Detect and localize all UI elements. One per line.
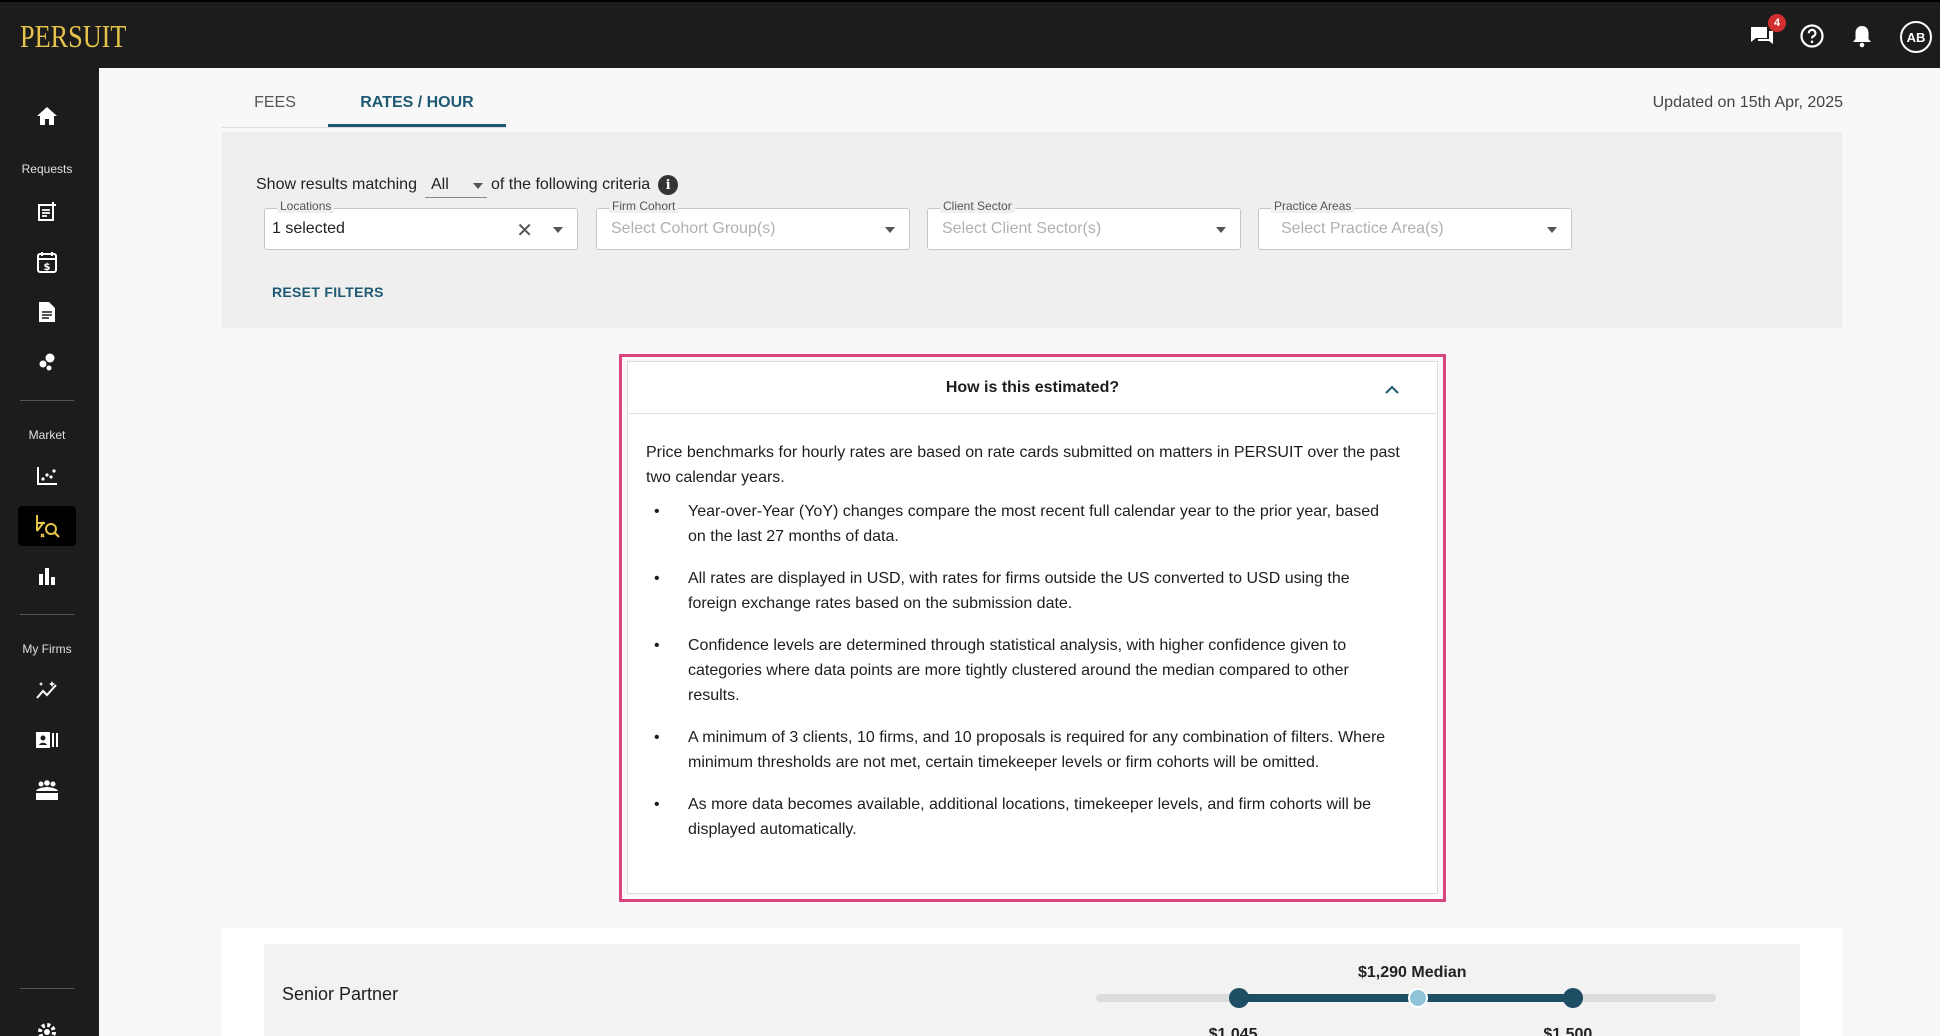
rate-row: Senior Partner $1,290 Median $1,045 $1,5…: [264, 944, 1800, 1036]
svg-text:$: $: [44, 262, 51, 273]
sidebar: Requests $ Market My Firms: [0, 68, 99, 1036]
match-prefix: Show results matching: [256, 176, 417, 193]
home-icon[interactable]: [18, 96, 76, 136]
field-label: Practice Areas: [1271, 199, 1355, 213]
line-chart-icon[interactable]: [18, 456, 76, 496]
estimate-body: Price benchmarks for hourly rates are ba…: [628, 414, 1437, 842]
high-rate-marker: [1563, 988, 1584, 1008]
list-item: As more data becomes available, addition…: [646, 792, 1419, 842]
info-icon[interactable]: i: [658, 175, 679, 195]
sparkle-trend-icon[interactable]: [18, 670, 76, 710]
list-item: A minimum of 3 clients, 10 firms, and 10…: [646, 725, 1419, 775]
estimate-header[interactable]: How is this estimated?: [628, 362, 1437, 414]
field-label: Locations: [277, 199, 335, 213]
low-rate-marker: [1228, 988, 1249, 1008]
scatter-icon[interactable]: [18, 342, 76, 382]
match-mode-value: All: [430, 175, 449, 193]
bell-icon[interactable]: [1846, 20, 1878, 52]
calendar-dollar-icon[interactable]: $: [18, 242, 76, 282]
sidebar-divider: [20, 988, 74, 989]
field-label: Client Sector: [940, 199, 1015, 213]
tabs-divider: [222, 127, 506, 128]
user-avatar[interactable]: AB: [1900, 21, 1932, 53]
settings-icon[interactable]: [18, 1012, 76, 1036]
persuit-logo[interactable]: PERSUIT: [20, 18, 126, 55]
document-icon[interactable]: [18, 292, 76, 332]
sidebar-section-requests: Requests: [21, 162, 73, 176]
rates-card: Senior Partner $1,290 Median $1,045 $1,5…: [222, 928, 1842, 1036]
locations-select[interactable]: Locations 1 selected ✕: [264, 199, 578, 250]
filter-panel: Show results matching All of the followi…: [222, 132, 1842, 328]
top-bar: PERSUIT 4 AB: [0, 0, 1940, 68]
high-rate-label: $1,500: [1543, 1026, 1593, 1036]
firm-card-icon[interactable]: [18, 720, 76, 760]
chevron-down-icon[interactable]: [553, 227, 563, 233]
practice-areas-select[interactable]: Practice Areas Select Practice Area(s): [1258, 199, 1572, 250]
reset-filters-button[interactable]: RESET FILTERS: [272, 284, 384, 300]
updated-date: Updated on 15th Apr, 2025: [1652, 94, 1843, 111]
field-placeholder: Select Practice Area(s): [1281, 220, 1444, 237]
sidebar-section-market: Market: [28, 428, 66, 442]
sidebar-divider: [20, 400, 74, 401]
sidebar-divider: [20, 614, 74, 615]
field-placeholder: Select Cohort Group(s): [611, 220, 776, 237]
firm-cohort-select[interactable]: Firm Cohort Select Cohort Group(s): [596, 199, 910, 250]
estimate-panel: How is this estimated? Price benchmarks …: [627, 361, 1438, 894]
estimate-bullets: Year-over-Year (YoY) changes compare the…: [646, 499, 1419, 842]
median-label: $1,290 Median: [1358, 964, 1467, 981]
chevron-down-icon[interactable]: [1216, 227, 1226, 233]
sidebar-section-my-firms: My Firms: [22, 642, 72, 656]
list-item: All rates are displayed in USD, with rat…: [646, 566, 1419, 616]
timekeeper-level-label: Senior Partner: [282, 984, 399, 1004]
chevron-down-icon: [472, 176, 483, 194]
estimate-title: How is this estimated?: [945, 378, 1120, 396]
estimate-intro: Price benchmarks for hourly rates are ba…: [646, 444, 1400, 486]
field-value: 1 selected: [272, 220, 345, 237]
match-suffix: of the following criteria: [490, 176, 651, 193]
chevron-down-icon[interactable]: [885, 227, 895, 233]
rate-range-bar: [1238, 994, 1574, 1002]
median-marker: [1408, 988, 1429, 1008]
match-mode-select[interactable]: All: [424, 172, 487, 198]
tab-rates-hour[interactable]: RATES / HOUR: [328, 88, 506, 128]
team-icon[interactable]: [18, 770, 76, 810]
clear-icon[interactable]: ✕: [516, 218, 533, 243]
field-placeholder: Select Client Sector(s): [942, 220, 1102, 237]
bar-chart-icon[interactable]: [18, 556, 76, 596]
tab-fees[interactable]: FEES: [222, 88, 328, 128]
chevron-up-icon[interactable]: [1385, 381, 1399, 399]
field-label: Firm Cohort: [609, 199, 679, 213]
chat-icon[interactable]: 4: [1746, 14, 1786, 52]
match-criteria-row: Show results matching All of the followi…: [256, 172, 679, 198]
new-request-icon[interactable]: [18, 192, 76, 232]
list-item: Year-over-Year (YoY) changes compare the…: [646, 499, 1419, 549]
list-item: Confidence levels are determined through…: [646, 633, 1419, 708]
chevron-down-icon[interactable]: [1547, 227, 1557, 233]
help-icon[interactable]: [1796, 20, 1828, 52]
rate-search-icon[interactable]: [18, 506, 76, 546]
chat-badge: 4: [1768, 14, 1786, 32]
client-sector-select[interactable]: Client Sector Select Client Sector(s): [927, 199, 1241, 250]
low-rate-label: $1,045: [1208, 1026, 1258, 1036]
